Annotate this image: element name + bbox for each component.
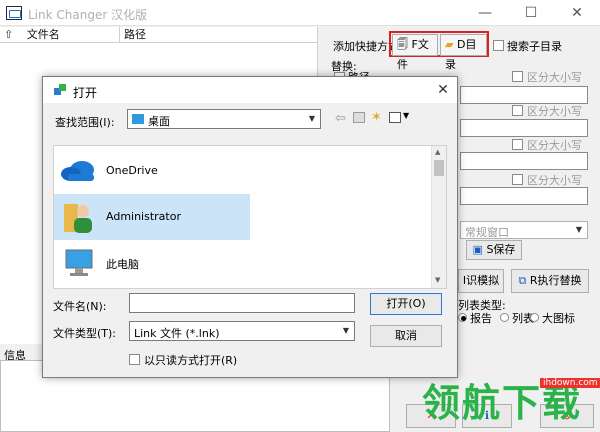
- radio-report-label: 报告: [470, 312, 492, 325]
- simulate-button[interactable]: I识模拟: [458, 269, 504, 293]
- app-icon: [54, 84, 66, 95]
- open-button-label: 打开(O): [386, 297, 426, 310]
- file-icon: 🗐: [397, 38, 408, 51]
- back-icon[interactable]: ⇦: [335, 111, 346, 126]
- save-button-label: S保存: [486, 243, 516, 256]
- case-checkbox-1[interactable]: [512, 71, 523, 82]
- open-file-dialog: 打开 ✕ 查找范围(I): 桌面 ▼ ⇦ ✶ ▼ OneDrive Admini…: [42, 76, 458, 378]
- add-file-button[interactable]: 🗐 F文件: [392, 34, 438, 71]
- cloud-icon: [61, 161, 94, 181]
- column-header-file[interactable]: ⇧ 文件名: [0, 27, 120, 43]
- desktop-icon: [132, 114, 144, 124]
- open-button[interactable]: 打开(O): [370, 293, 442, 315]
- replace-input-2[interactable]: [460, 119, 588, 137]
- radio-large-icon[interactable]: [530, 313, 539, 322]
- places-scrollbar[interactable]: ▲ ▼: [431, 146, 446, 288]
- chevron-down-icon: ▼: [308, 114, 316, 123]
- new-folder-icon[interactable]: ✶: [371, 110, 382, 125]
- replace-input-1[interactable]: [460, 86, 588, 104]
- case-checkbox-3[interactable]: [512, 139, 523, 150]
- filename-label: 文件名(N):: [53, 300, 107, 313]
- floppy-icon: ▣: [472, 243, 483, 256]
- up-folder-icon[interactable]: [353, 112, 365, 123]
- case-label-3: 区分大小写: [527, 139, 582, 152]
- dialog-title: 打开: [73, 86, 98, 100]
- folder-icon: ▰: [445, 38, 454, 51]
- minimize-button[interactable]: —: [462, 0, 508, 26]
- case-checkbox-4[interactable]: [512, 174, 523, 185]
- case-label-1: 区分大小写: [527, 71, 582, 84]
- filetype-value: Link 文件 (*.lnk): [134, 327, 220, 340]
- radio-report[interactable]: [458, 313, 467, 322]
- cancel-button[interactable]: 取消: [370, 325, 442, 347]
- scrollbar-thumb[interactable]: [434, 160, 444, 176]
- list-item-administrator[interactable]: Administrator: [54, 194, 250, 240]
- add-directory-button[interactable]: ▰ D目录: [440, 34, 487, 71]
- close-button[interactable]: ✕: [554, 0, 600, 26]
- chevron-down-icon: ▼: [575, 225, 583, 234]
- sort-arrow-icon: ⇧: [4, 28, 14, 41]
- chevron-down-icon[interactable]: ▼: [403, 111, 409, 120]
- window-title: Link Changer 汉化版: [28, 8, 148, 22]
- lookin-select[interactable]: 桌面 ▼: [127, 109, 321, 129]
- radio-list[interactable]: [500, 313, 509, 322]
- filetype-label: 文件类型(T):: [53, 327, 117, 340]
- case-label-2: 区分大小写: [527, 105, 582, 118]
- column-path-label: 路径: [124, 28, 146, 41]
- column-header-path[interactable]: 路径: [120, 27, 318, 43]
- replace-input-4[interactable]: [460, 187, 588, 205]
- list-item-this-pc[interactable]: 此电脑: [54, 240, 250, 286]
- window-state-select[interactable]: 常规窗口 ▼: [460, 221, 588, 239]
- simulate-button-label: I识模拟: [462, 274, 500, 287]
- app-icon: [6, 6, 22, 20]
- search-subdirs-checkbox[interactable]: [493, 40, 504, 51]
- dialog-title-bar: 打开 ✕: [43, 77, 457, 103]
- readonly-checkbox[interactable]: [129, 354, 140, 365]
- watermark-url: ihdown.com: [540, 378, 600, 388]
- place-label: 此电脑: [106, 258, 139, 271]
- chevron-down-icon[interactable]: ▼: [435, 276, 440, 284]
- filename-input[interactable]: [129, 293, 355, 313]
- chevron-down-icon: ▼: [342, 326, 350, 335]
- maximize-button[interactable]: ☐: [508, 0, 554, 26]
- run-replace-button[interactable]: ⧉ R执行替换: [511, 269, 589, 293]
- computer-icon: [65, 249, 93, 276]
- place-label: OneDrive: [106, 164, 158, 177]
- list-header: ⇧ 文件名 路径: [0, 27, 318, 43]
- search-subdirs-label: 搜索子目录: [507, 40, 562, 53]
- run-replace-button-label: R执行替换: [529, 274, 582, 287]
- view-menu-icon[interactable]: [389, 112, 401, 123]
- save-button[interactable]: ▣ S保存: [466, 240, 522, 260]
- case-label-4: 区分大小写: [527, 174, 582, 187]
- list-item-onedrive[interactable]: OneDrive: [54, 148, 250, 194]
- case-checkbox-2[interactable]: [512, 105, 523, 116]
- chevron-up-icon[interactable]: ▲: [435, 148, 440, 156]
- dialog-close-button[interactable]: ✕: [433, 80, 453, 100]
- column-file-label: 文件名: [26, 28, 60, 41]
- lookin-value: 桌面: [148, 115, 170, 128]
- lookin-label: 查找范围(I):: [55, 116, 115, 129]
- title-bar: Link Changer 汉化版 — ☐ ✕: [0, 0, 600, 26]
- cancel-button-label: 取消: [395, 329, 417, 342]
- run-icon: ⧉: [518, 274, 527, 287]
- place-label: Administrator: [106, 210, 181, 223]
- readonly-label: 以只读方式打开(R): [144, 354, 238, 367]
- places-list[interactable]: OneDrive Administrator 此电脑 ▲ ▼: [53, 145, 447, 289]
- replace-input-3[interactable]: [460, 152, 588, 170]
- filetype-select[interactable]: Link 文件 (*.lnk) ▼: [129, 321, 355, 341]
- radio-large-icon-label: 大图标: [542, 312, 575, 325]
- user-folder-icon: [64, 204, 92, 233]
- window-state-value: 常规窗口: [465, 226, 509, 239]
